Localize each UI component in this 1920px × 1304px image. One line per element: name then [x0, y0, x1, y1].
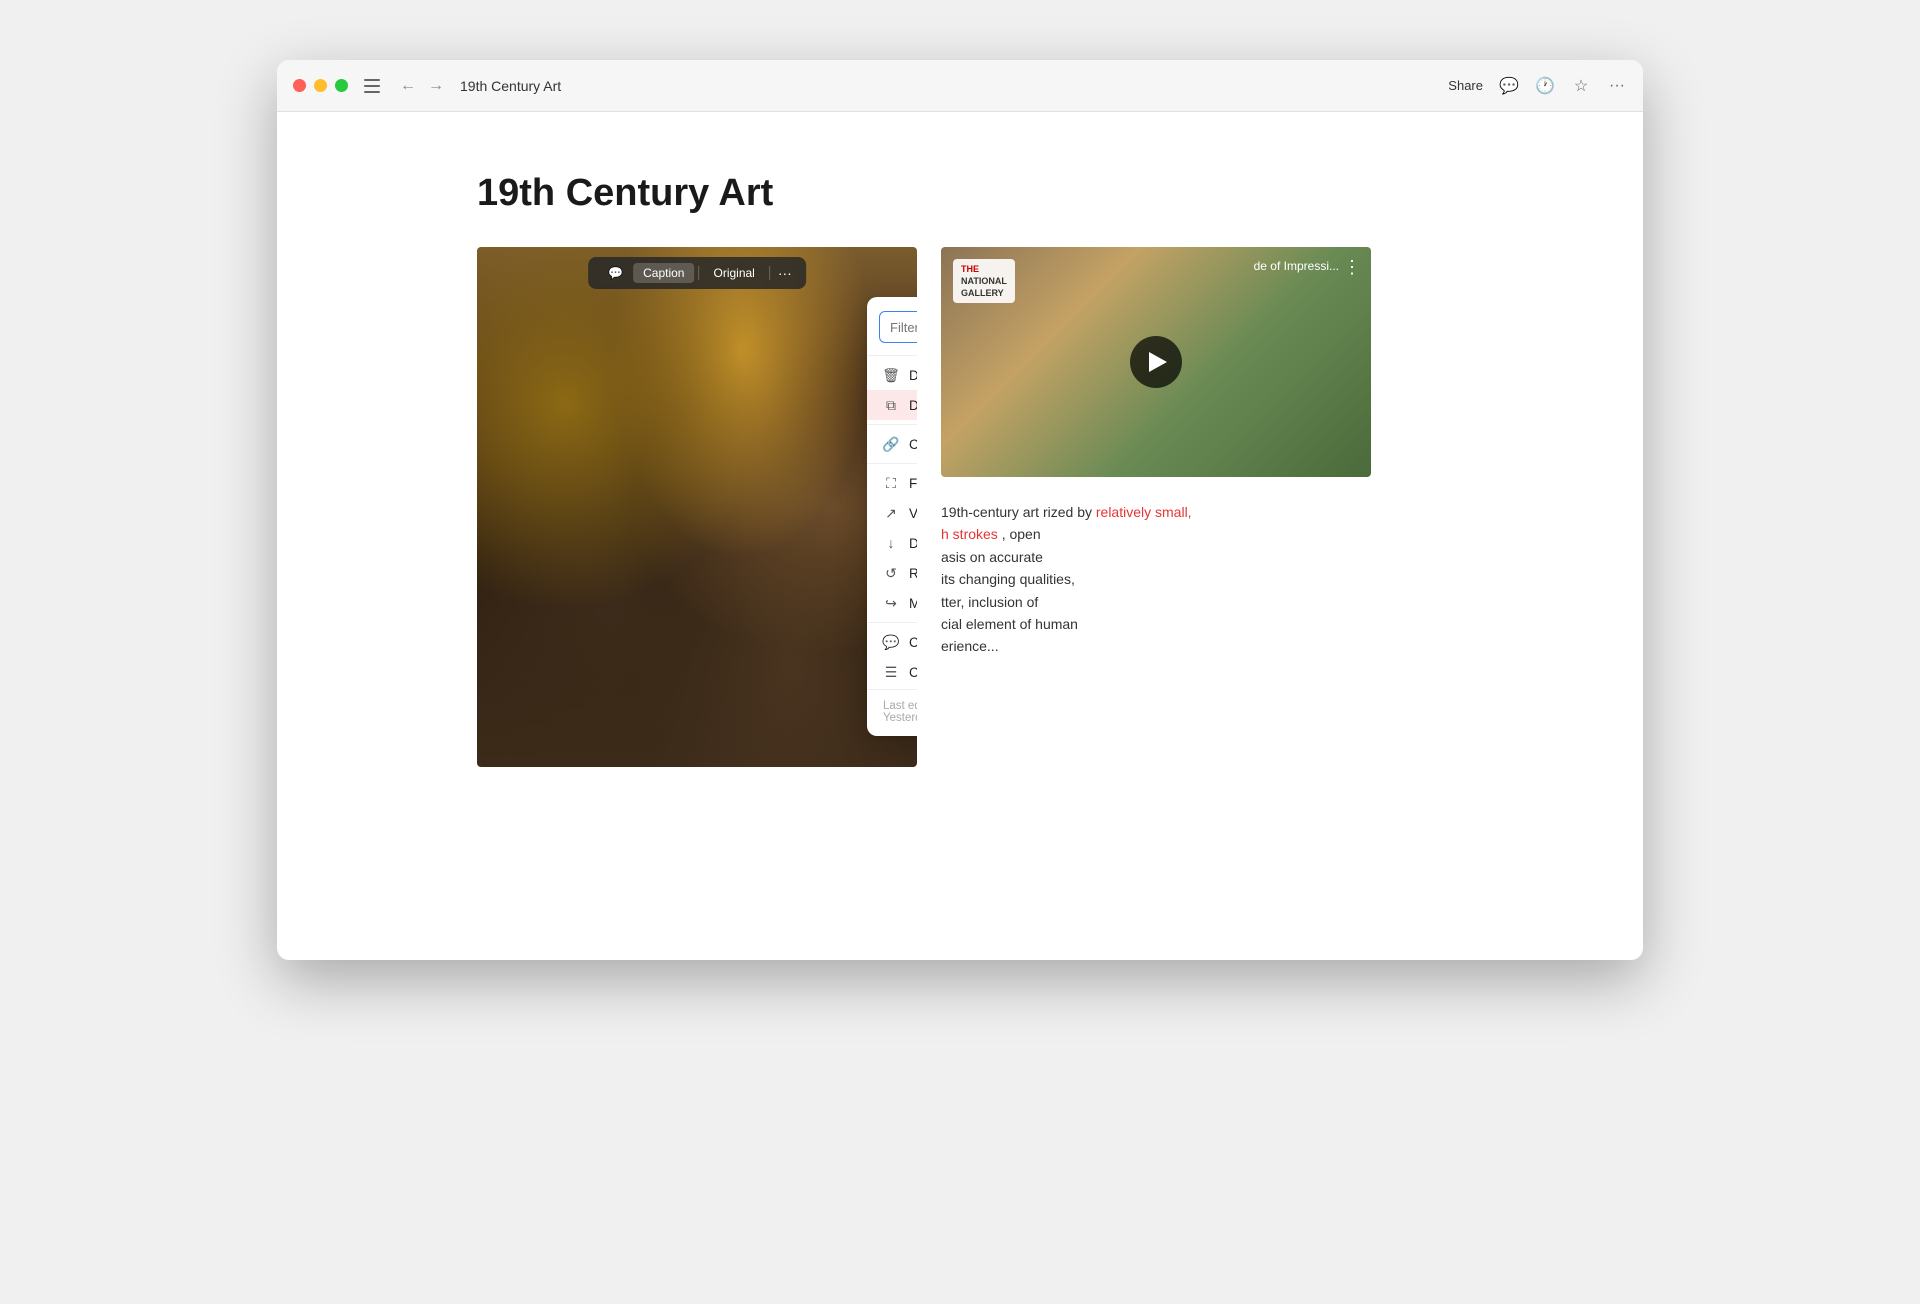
replace-label: Replace — [909, 566, 917, 581]
move-icon: ↪ — [883, 595, 899, 611]
delete-label: Delete — [909, 368, 917, 383]
video-more-icon[interactable]: ⋮ — [1343, 257, 1361, 278]
menu-button[interactable] — [364, 76, 384, 96]
context-menu: 🗑 Delete Del ⧉ Duplicate ⌘+D 🔗 Copy — [867, 297, 917, 736]
text-part8: cial element of human — [941, 616, 1078, 632]
menu-footer: Last edited by Fig Yesterday at 11:50 AM — [867, 689, 917, 728]
titlebar-actions: Share 💬 🕐 ☆ ··· — [1448, 76, 1627, 96]
fullscreen-icon: ⛶ — [883, 475, 899, 491]
text-highlight1: relatively small, — [1096, 504, 1192, 520]
media-row: 💬 Caption Original ··· ➔ — [477, 247, 1443, 767]
last-edited-time: Yesterday at 11:50 AM — [883, 712, 917, 724]
body-text: 19th-century art rized by relatively sma… — [941, 501, 1371, 658]
menu-item-copy-link[interactable]: 🔗 Copy link — [867, 429, 917, 459]
video-logo: THE NATIONAL GALLERY — [953, 259, 1015, 303]
last-edited-label: Last edited by Fig — [883, 700, 917, 712]
page-title: 19th Century Art — [477, 172, 1443, 215]
painting-image — [477, 247, 917, 767]
text-part5: asis on accurate — [941, 549, 1043, 565]
duplicate-label: Duplicate — [909, 398, 917, 413]
text-part7: tter, inclusion of — [941, 594, 1038, 610]
toolbar-separator — [698, 266, 699, 280]
original-toolbar-btn[interactable]: Original — [703, 263, 764, 283]
copy-link-label: Copy link — [909, 437, 917, 452]
replace-icon: ↺ — [883, 565, 899, 581]
share-button[interactable]: Share — [1448, 78, 1483, 93]
titlebar: ← → 19th Century Art Share 💬 🕐 ☆ ··· — [277, 60, 1643, 112]
menu-item-delete[interactable]: 🗑 Delete Del — [867, 360, 917, 390]
forward-button[interactable]: → — [424, 74, 448, 98]
menu-search-container — [867, 305, 917, 351]
minimize-button[interactable] — [314, 79, 327, 92]
menu-item-caption[interactable]: ☰ Caption ⌘+⌥+M — [867, 657, 917, 687]
link-icon: 🔗 — [883, 436, 899, 452]
view-original-label: View original — [909, 506, 917, 521]
menu-item-duplicate[interactable]: ⧉ Duplicate ⌘+D — [867, 390, 917, 420]
play-triangle-icon — [1149, 352, 1167, 372]
comment-label: Comment — [909, 635, 917, 650]
comment-toolbar-icon[interactable]: 💬 — [598, 263, 633, 283]
history-icon[interactable]: 🕐 — [1535, 76, 1555, 96]
maximize-button[interactable] — [335, 79, 348, 92]
titlebar-title: 19th Century Art — [460, 78, 1448, 94]
caption-toolbar-btn[interactable]: Caption — [633, 263, 694, 283]
text-part6: its changing qualities, — [941, 571, 1075, 587]
traffic-lights — [293, 79, 348, 92]
text-highlight2: h strokes — [941, 526, 998, 542]
caption-label: Caption — [909, 665, 917, 680]
more-icon[interactable]: ··· — [1607, 76, 1627, 96]
text-content: 19th-century art rized by relatively sma… — [941, 501, 1371, 658]
right-column: THE NATIONAL GALLERY de of Impressi... ⋮… — [941, 247, 1443, 767]
text-part4: , open — [1002, 526, 1041, 542]
menu-divider-3 — [867, 463, 917, 464]
back-button[interactable]: ← — [396, 74, 420, 98]
menu-item-replace[interactable]: ↺ Replace — [867, 558, 917, 588]
close-button[interactable] — [293, 79, 306, 92]
download-label: Download — [909, 536, 917, 551]
page-content: 19th Century Art 💬 Caption Original ··· … — [277, 112, 1643, 960]
comment-icon-menu: 💬 — [883, 634, 899, 650]
caption-icon: ☰ — [883, 664, 899, 680]
text-part2: rized by — [1043, 504, 1096, 520]
arrow-up-right-icon: ↗ — [883, 505, 899, 521]
text-part9: erience... — [941, 638, 999, 654]
menu-divider-2 — [867, 424, 917, 425]
download-icon: ↓ — [883, 535, 899, 551]
nav-arrows: ← → — [396, 74, 448, 98]
menu-item-fullscreen[interactable]: ⛶ Full screen Space — [867, 468, 917, 498]
video-title: de of Impressi... — [1254, 259, 1339, 273]
image-toolbar: 💬 Caption Original ··· — [588, 257, 806, 289]
video-block: THE NATIONAL GALLERY de of Impressi... ⋮ — [941, 247, 1371, 477]
image-block: 💬 Caption Original ··· ➔ — [477, 247, 917, 767]
star-icon[interactable]: ☆ — [1571, 76, 1591, 96]
app-window: ← → 19th Century Art Share 💬 🕐 ☆ ··· 19t… — [277, 60, 1643, 960]
menu-divider-1 — [867, 355, 917, 356]
move-to-label: Move to — [909, 596, 917, 611]
duplicate-icon: ⧉ — [883, 397, 899, 413]
menu-divider-4 — [867, 622, 917, 623]
fullscreen-label: Full screen — [909, 476, 917, 491]
comment-icon[interactable]: 💬 — [1499, 76, 1519, 96]
video-play-button[interactable] — [1130, 336, 1182, 388]
menu-item-view-original[interactable]: ↗ View original — [867, 498, 917, 528]
toolbar-more-btn[interactable]: ··· — [774, 265, 796, 281]
text-part1: 19th-century art — [941, 504, 1039, 520]
filter-actions-input[interactable] — [879, 311, 917, 343]
trash-icon: 🗑 — [883, 367, 899, 383]
menu-item-move-to[interactable]: ↪ Move to ⌘+Shift+P — [867, 588, 917, 618]
menu-item-download[interactable]: ↓ Download — [867, 528, 917, 558]
toolbar-separator-2 — [769, 266, 770, 280]
menu-item-comment[interactable]: 💬 Comment ⌘+Shift+M — [867, 627, 917, 657]
